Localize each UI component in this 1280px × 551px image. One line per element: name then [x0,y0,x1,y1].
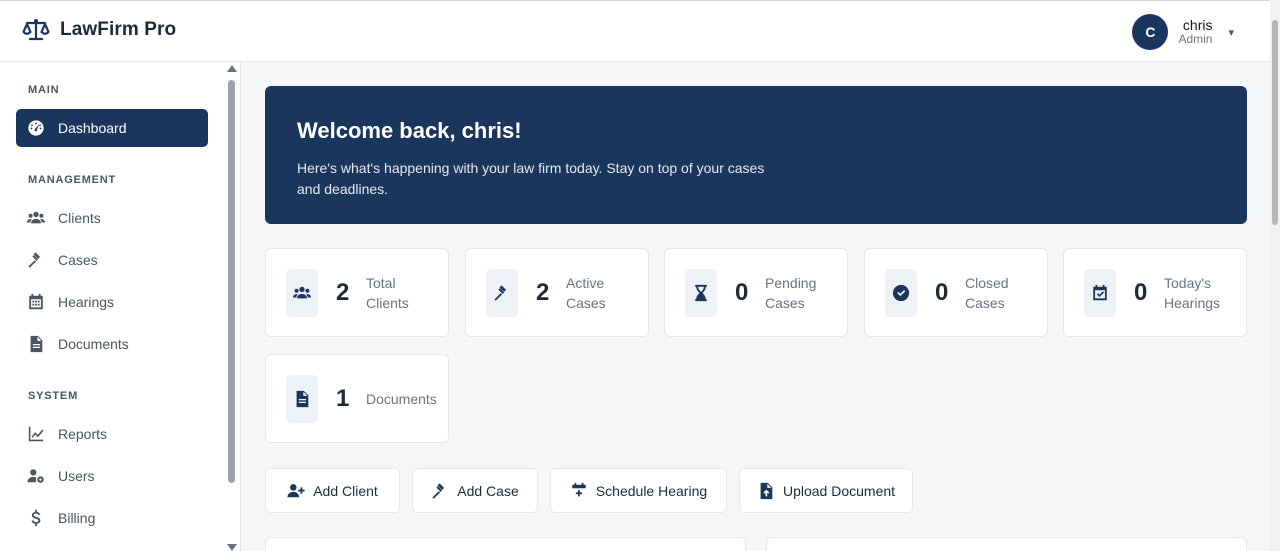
sidebar-item-clients[interactable]: Clients [16,199,208,237]
stat-card-total-clients[interactable]: 2 Total Clients [265,248,449,337]
file-upload-icon [760,482,773,499]
sidebar-item-hearings[interactable]: Hearings [16,283,208,321]
page-scrollbar[interactable] [1270,0,1280,551]
user-plus-icon [287,483,305,497]
gavel-icon [486,268,518,317]
stat-card-pending-cases[interactable]: 0 Pending Cases [664,248,848,337]
dashboard-icon [26,118,46,138]
calendar-icon [26,292,46,312]
sidebar-item-label: Dashboard [58,120,127,136]
schedule-hearing-label: Schedule Hearing [595,482,708,499]
add-case-button[interactable]: Add Case [412,468,538,513]
stat-value: 1 [336,384,350,412]
user-menu[interactable]: C chris Admin ▾ [1132,14,1234,50]
stat-value: 2 [336,278,350,306]
users-icon [26,208,46,228]
avatar[interactable]: C [1132,14,1169,50]
sidebar-item-label: Clients [58,210,101,226]
stat-value: 0 [1134,278,1148,306]
user-role: Admin [1178,32,1213,46]
stat-card-active-cases[interactable]: 2 Active Cases [465,248,649,337]
sidebar-item-label: Reports [58,426,108,442]
chevron-down-icon[interactable]: ▾ [1228,26,1234,39]
section-label-management: MANAGEMENT [28,174,117,186]
sidebar-item-reports[interactable]: Reports [16,415,208,453]
sidebar-item-label: Cases [58,252,98,268]
scale-balance-icon [22,18,50,41]
welcome-title: Welcome back, chris! [297,118,522,143]
sidebar: MAIN Dashboard MANAGEMENT Clients Cases … [0,62,241,551]
content-panel-right [766,537,1247,551]
sidebar-item-label: Billing [58,510,96,526]
sidebar-item-label: Documents [58,336,129,352]
dollar-icon [26,508,46,528]
top-bar: LawFirm Pro C chris Admin ▾ [0,0,1280,62]
brand-name: LawFirm Pro [60,19,177,40]
scroll-up-arrow-icon[interactable] [227,65,237,72]
sidebar-item-billing[interactable]: Billing [16,499,208,537]
stat-label: Active Cases [566,274,606,311]
sidebar-item-dashboard[interactable]: Dashboard [16,109,208,147]
chart-line-icon [26,424,46,444]
add-case-label: Add Case [457,482,519,499]
sidebar-item-users[interactable]: Users [16,457,208,495]
brand[interactable]: LawFirm Pro [22,16,176,44]
file-icon [26,334,46,354]
page-scroll-thumb[interactable] [1272,20,1278,225]
upload-document-button[interactable]: Upload Document [739,468,913,513]
sidebar-item-cases[interactable]: Cases [16,241,208,279]
sidebar-item-label: Hearings [58,294,115,310]
section-label-main: MAIN [28,84,60,96]
stat-value: 0 [935,278,949,306]
gavel-icon [432,482,445,499]
stat-label: Documents [366,390,437,407]
stat-label: Pending Cases [765,274,817,311]
check-circle-icon [885,268,917,317]
upload-document-label: Upload Document [782,482,896,499]
scroll-down-arrow-icon[interactable] [227,544,237,551]
add-client-button[interactable]: Add Client [265,468,400,513]
calendar-plus-icon [572,482,586,498]
sidebar-item-label: Users [58,468,95,484]
user-name: chris [1182,17,1213,33]
welcome-banner: Welcome back, chris! Here's what's happe… [265,86,1247,224]
stat-card-closed-cases[interactable]: 0 Closed Cases [864,248,1048,337]
welcome-subtitle: Here's what's happening with your law fi… [297,160,765,197]
users-icon [286,268,318,317]
sidebar-scroll-thumb[interactable] [228,80,235,483]
stat-value: 2 [536,278,550,306]
gavel-icon [26,250,46,270]
content-panel-left [265,537,746,551]
stat-label: Today's Hearings [1164,274,1221,311]
users-cog-icon [26,466,46,486]
stat-label: Closed Cases [965,274,1009,311]
schedule-hearing-button[interactable]: Schedule Hearing [550,468,727,513]
file-icon [286,374,318,423]
stat-value: 0 [735,278,749,306]
section-label-system: SYSTEM [28,390,79,402]
user-info: chris Admin [1178,18,1212,46]
stat-label: Total Clients [366,274,409,311]
add-client-label: Add Client [313,482,378,499]
stat-card-todays-hearings[interactable]: 0 Today's Hearings [1063,248,1247,337]
sidebar-scrollbar[interactable] [226,62,238,551]
sidebar-item-documents[interactable]: Documents [16,325,208,363]
calendar-check-icon [1084,268,1116,317]
stat-card-documents[interactable]: 1 Documents [265,354,449,443]
hourglass-icon [685,268,717,317]
